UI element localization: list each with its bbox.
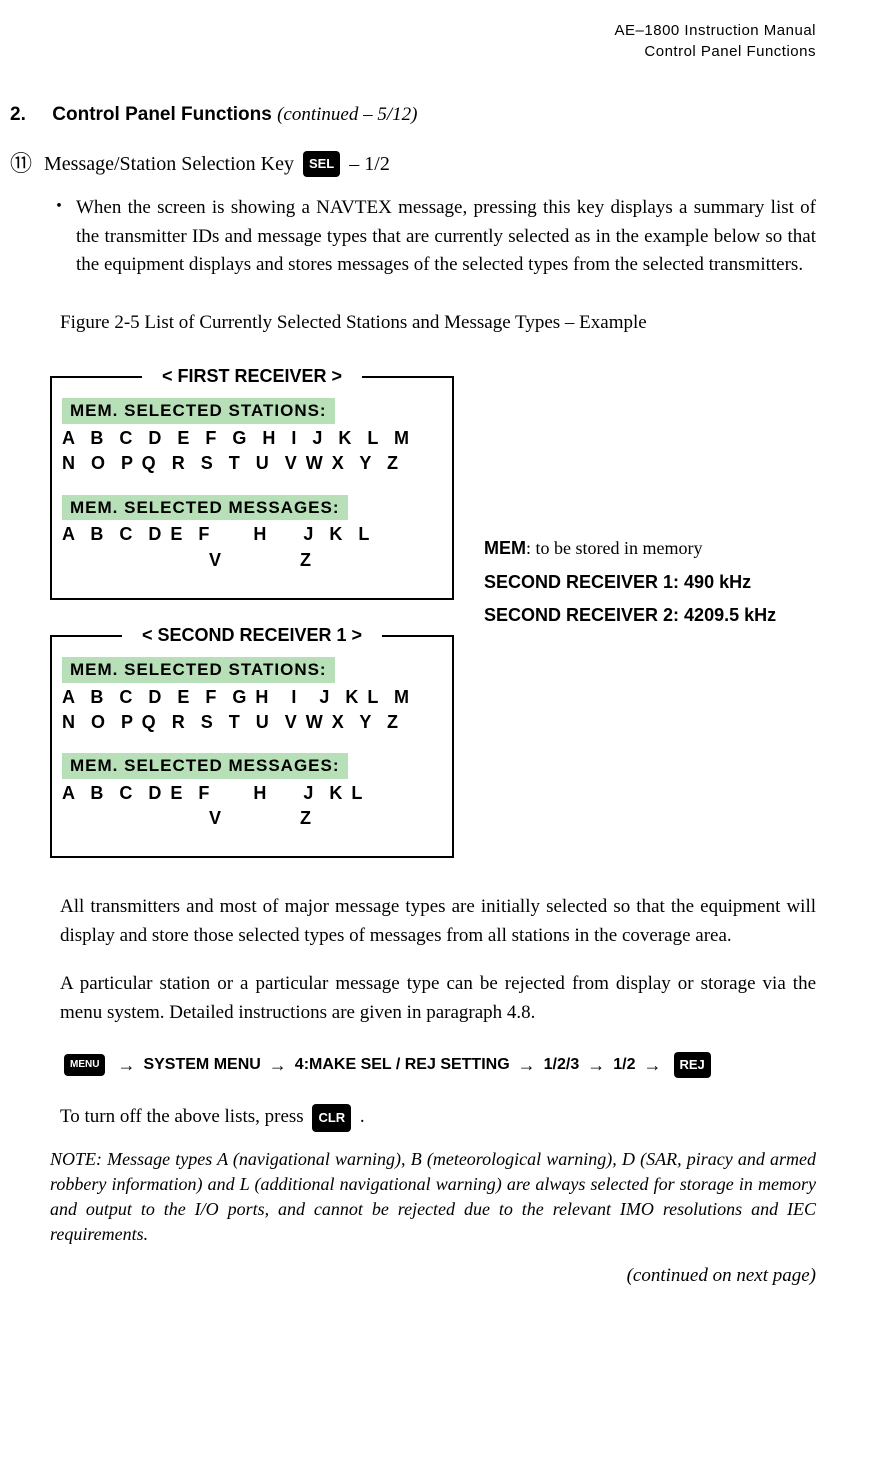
para4-prefix: To turn off the above lists, press	[60, 1106, 304, 1127]
para4: To turn off the above lists, press CLR .	[60, 1103, 816, 1132]
r2-stations-line1: A B C D E F G H I J K L M	[62, 685, 442, 710]
item-suffix: – 1/2	[349, 150, 390, 178]
second-receiver-box: < SECOND RECEIVER 1 > MEM. SELECTED STAT…	[50, 635, 454, 858]
arrow-icon: →	[644, 1053, 662, 1078]
side-notes: MEM: to be stored in memory SECOND RECEI…	[484, 536, 776, 636]
r1-stations-line2: N O P Q R S T U V W X Y Z	[62, 451, 442, 476]
section-name: Control Panel Functions	[52, 104, 272, 125]
receiver-column: < FIRST RECEIVER > MEM. SELECTED STATION…	[50, 356, 454, 858]
para1: When the screen is showing a NAVTEX mess…	[76, 194, 816, 280]
bullet-icon: ・	[50, 194, 68, 280]
sr1-text: : 490 kHz	[673, 572, 751, 592]
nav-step1: SYSTEM MENU	[143, 1054, 260, 1076]
nav-step2: 4:MAKE SEL / REJ SETTING	[295, 1054, 510, 1076]
clr-key-icon: CLR	[312, 1104, 351, 1132]
footer-continued: (continued on next page)	[10, 1263, 816, 1290]
first-receiver-legend: < FIRST RECEIVER >	[142, 364, 362, 389]
para4-suffix: .	[360, 1106, 365, 1127]
r2-stations-header: MEM. SELECTED STATIONS:	[62, 657, 335, 683]
r1-messages-line1: A B C D E F H J K L	[62, 522, 442, 547]
r2-messages-line1: A B C D E F H J K L	[62, 781, 442, 806]
r2-messages-header: MEM. SELECTED MESSAGES:	[62, 753, 348, 779]
item-heading: ⑪ Message/Station Selection Key SEL – 1/…	[10, 149, 816, 180]
rej-key-icon: REJ	[674, 1052, 711, 1078]
item-label: Message/Station Selection Key	[44, 150, 294, 178]
nav-step3: 1/2/3	[544, 1054, 580, 1076]
r1-messages-header: MEM. SELECTED MESSAGES:	[62, 495, 348, 521]
r1-stations-header: MEM. SELECTED STATIONS:	[62, 398, 335, 424]
mem-label: MEM	[484, 538, 526, 558]
figure-caption: Figure 2-5 List of Currently Selected St…	[60, 310, 816, 337]
r1-stations-line1: A B C D E F G H I J K L M	[62, 426, 442, 451]
arrow-icon: →	[587, 1053, 605, 1078]
second-receiver-legend: < SECOND RECEIVER 1 >	[122, 623, 382, 648]
nav-path: MENU → SYSTEM MENU → 4:MAKE SEL / REJ SE…	[60, 1052, 816, 1078]
arrow-icon: →	[269, 1053, 287, 1078]
section-continued: (continued – 5/12)	[277, 104, 417, 125]
sr1-label: SECOND RECEIVER 1	[484, 572, 673, 592]
first-receiver-box: < FIRST RECEIVER > MEM. SELECTED STATION…	[50, 376, 454, 599]
menu-key-icon: MENU	[64, 1054, 105, 1076]
sel-key-icon: SEL	[303, 151, 340, 177]
arrow-icon: →	[117, 1053, 135, 1078]
sr2-label: SECOND RECEIVER 2	[484, 605, 673, 625]
r2-stations-line2: N O P Q R S T U V W X Y Z	[62, 710, 442, 735]
arrow-icon: →	[518, 1053, 536, 1078]
item-number: ⑪	[10, 149, 32, 180]
r1-messages-line2: V Z	[62, 548, 442, 573]
page-header: AE–1800 Instruction Manual Control Panel…	[10, 20, 816, 62]
mem-text: : to be stored in memory	[526, 538, 702, 558]
bullet-para: ・ When the screen is showing a NAVTEX me…	[50, 194, 816, 280]
section-number: 2.	[10, 104, 26, 125]
header-line2: Control Panel Functions	[10, 41, 816, 62]
para2: All transmitters and most of major messa…	[60, 893, 816, 950]
sr2-text: : 4209.5 kHz	[673, 605, 776, 625]
header-line1: AE–1800 Instruction Manual	[10, 20, 816, 41]
r2-messages-line2: V Z	[62, 806, 442, 831]
nav-step4: 1/2	[613, 1054, 635, 1076]
section-title: 2. Control Panel Functions (continued – …	[10, 102, 816, 129]
para3: A particular station or a particular mes…	[60, 970, 816, 1027]
note-text: NOTE: Message types A (navigational warn…	[50, 1147, 816, 1248]
